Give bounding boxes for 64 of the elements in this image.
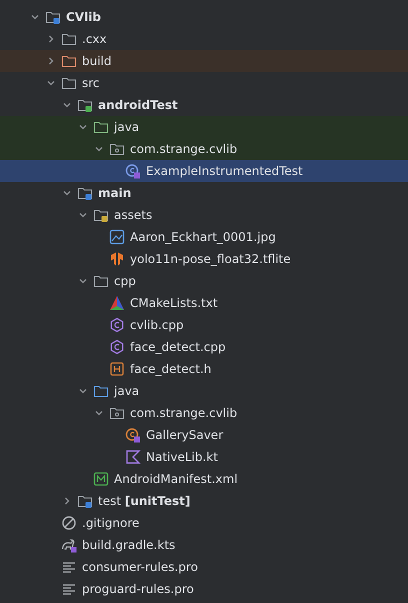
cpp-file-icon bbox=[109, 317, 125, 333]
tree-item[interactable]: build.gradle.kts bbox=[82, 538, 176, 552]
folder-icon bbox=[93, 119, 109, 135]
tree-item[interactable]: src bbox=[82, 76, 100, 90]
tree-item[interactable]: main bbox=[98, 186, 132, 200]
folder-icon bbox=[93, 383, 109, 399]
chevron-down-icon[interactable] bbox=[78, 122, 88, 132]
chevron-right-icon[interactable] bbox=[46, 34, 56, 44]
tree-item[interactable]: build bbox=[82, 54, 112, 68]
gradle-file-icon bbox=[61, 537, 77, 553]
chevron-down-icon[interactable] bbox=[62, 188, 72, 198]
folder-icon bbox=[45, 9, 61, 25]
tree-item[interactable]: assets bbox=[114, 208, 152, 222]
class-icon bbox=[125, 427, 141, 443]
folder-icon bbox=[77, 97, 93, 113]
chevron-down-icon[interactable] bbox=[46, 78, 56, 88]
folder-icon bbox=[61, 31, 77, 47]
folder-icon bbox=[61, 53, 77, 69]
image-file-icon bbox=[109, 229, 125, 245]
tree-item[interactable]: NativeLib.kt bbox=[146, 450, 218, 464]
folder-icon bbox=[93, 273, 109, 289]
tree-item[interactable]: test [unitTest] bbox=[98, 494, 190, 508]
tree-item[interactable]: CMakeLists.txt bbox=[130, 296, 218, 310]
tree-item[interactable]: face_detect.h bbox=[130, 362, 212, 376]
chevron-down-icon[interactable] bbox=[78, 210, 88, 220]
tree-item[interactable]: java bbox=[114, 120, 140, 134]
tree-item[interactable]: .gitignore bbox=[82, 516, 140, 530]
tree-item[interactable]: proguard-rules.pro bbox=[82, 582, 194, 596]
header-file-icon bbox=[109, 361, 125, 377]
ignore-file-icon bbox=[61, 515, 77, 531]
folder-icon bbox=[77, 493, 93, 509]
folder-icon bbox=[61, 75, 77, 91]
folder-icon bbox=[93, 207, 109, 223]
tree-item[interactable]: androidTest bbox=[98, 98, 178, 112]
tree-item[interactable]: .cxx bbox=[82, 32, 107, 46]
tree-item[interactable]: consumer-rules.pro bbox=[82, 560, 198, 574]
tree-item[interactable]: cvlib.cpp bbox=[130, 318, 184, 332]
chevron-down-icon[interactable] bbox=[94, 144, 104, 154]
tree-item[interactable]: Aaron_Eckhart_0001.jpg bbox=[130, 230, 276, 244]
chevron-right-icon[interactable] bbox=[46, 56, 56, 66]
chevron-down-icon[interactable] bbox=[30, 12, 40, 22]
package-icon bbox=[109, 405, 125, 421]
tree-item[interactable]: CVlib bbox=[66, 10, 101, 24]
tree-item[interactable]: java bbox=[114, 384, 140, 398]
chevron-down-icon[interactable] bbox=[78, 276, 88, 286]
tree-item[interactable]: com.strange.cvlib bbox=[130, 142, 238, 156]
class-icon bbox=[125, 163, 141, 179]
package-icon bbox=[109, 141, 125, 157]
tree-item[interactable]: cpp bbox=[114, 274, 136, 288]
tree-item[interactable]: GallerySaver bbox=[146, 428, 224, 442]
chevron-down-icon[interactable] bbox=[62, 100, 72, 110]
tree-item[interactable]: AndroidManifest.xml bbox=[114, 472, 238, 486]
folder-icon bbox=[77, 185, 93, 201]
chevron-down-icon[interactable] bbox=[78, 386, 88, 396]
tree-item[interactable]: com.strange.cvlib bbox=[130, 406, 238, 420]
tree-item[interactable]: face_detect.cpp bbox=[130, 340, 226, 354]
cpp-file-icon bbox=[109, 339, 125, 355]
chevron-down-icon[interactable] bbox=[94, 408, 104, 418]
tree-item[interactable]: yolo11n-pose_float32.tflite bbox=[130, 252, 291, 266]
triangle-file-icon bbox=[109, 295, 125, 311]
tensorflow-file-icon bbox=[109, 251, 125, 267]
chevron-right-icon[interactable] bbox=[62, 496, 72, 506]
kotlin-file-icon bbox=[125, 449, 141, 465]
manifest-file-icon bbox=[93, 471, 109, 487]
